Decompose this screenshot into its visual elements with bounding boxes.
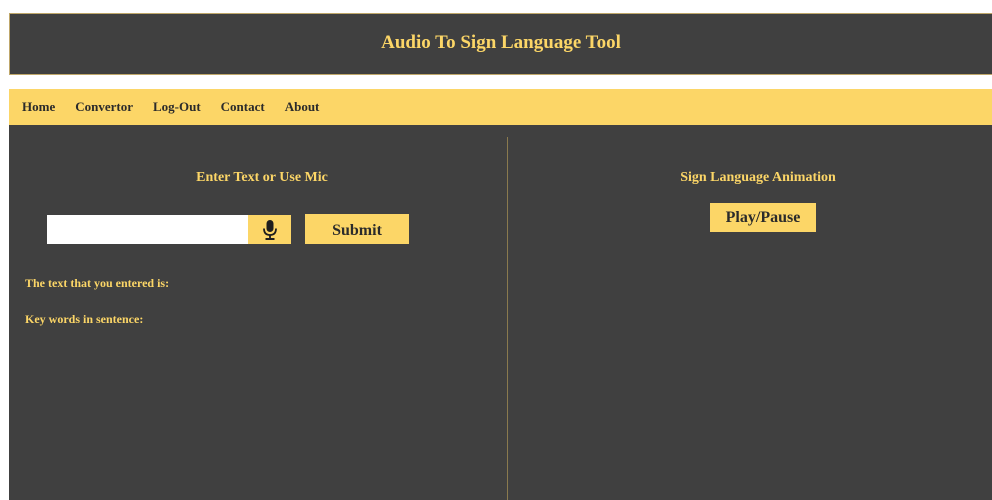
animation-section-title: Sign Language Animation <box>680 170 836 185</box>
play-pause-button[interactable]: Play/Pause <box>710 203 816 232</box>
nav-item-log-out[interactable]: Log-Out <box>153 99 201 115</box>
nav-item-home[interactable]: Home <box>22 99 55 115</box>
page-title: Audio To Sign Language Tool <box>381 32 621 53</box>
panel-divider <box>507 137 508 500</box>
microphone-icon <box>262 219 277 240</box>
input-section-title: Enter Text or Use Mic <box>196 170 328 185</box>
page: Audio To Sign Language Tool Home Convert… <box>0 0 992 500</box>
keywords-label: Key words in sentence: <box>25 312 144 326</box>
main-content: Enter Text or Use Mic Submit The text th… <box>9 125 992 500</box>
nav-item-convertor[interactable]: Convertor <box>75 99 133 115</box>
nav-item-contact[interactable]: Contact <box>221 99 265 115</box>
submit-button[interactable]: Submit <box>305 214 409 244</box>
nav-bar: Home Convertor Log-Out Contact About <box>9 89 992 125</box>
text-input[interactable] <box>47 215 248 244</box>
entered-text-label: The text that you entered is: <box>25 276 170 290</box>
nav-item-about[interactable]: About <box>285 99 320 115</box>
header-bar: Audio To Sign Language Tool <box>9 13 992 75</box>
mic-button[interactable] <box>248 215 291 244</box>
